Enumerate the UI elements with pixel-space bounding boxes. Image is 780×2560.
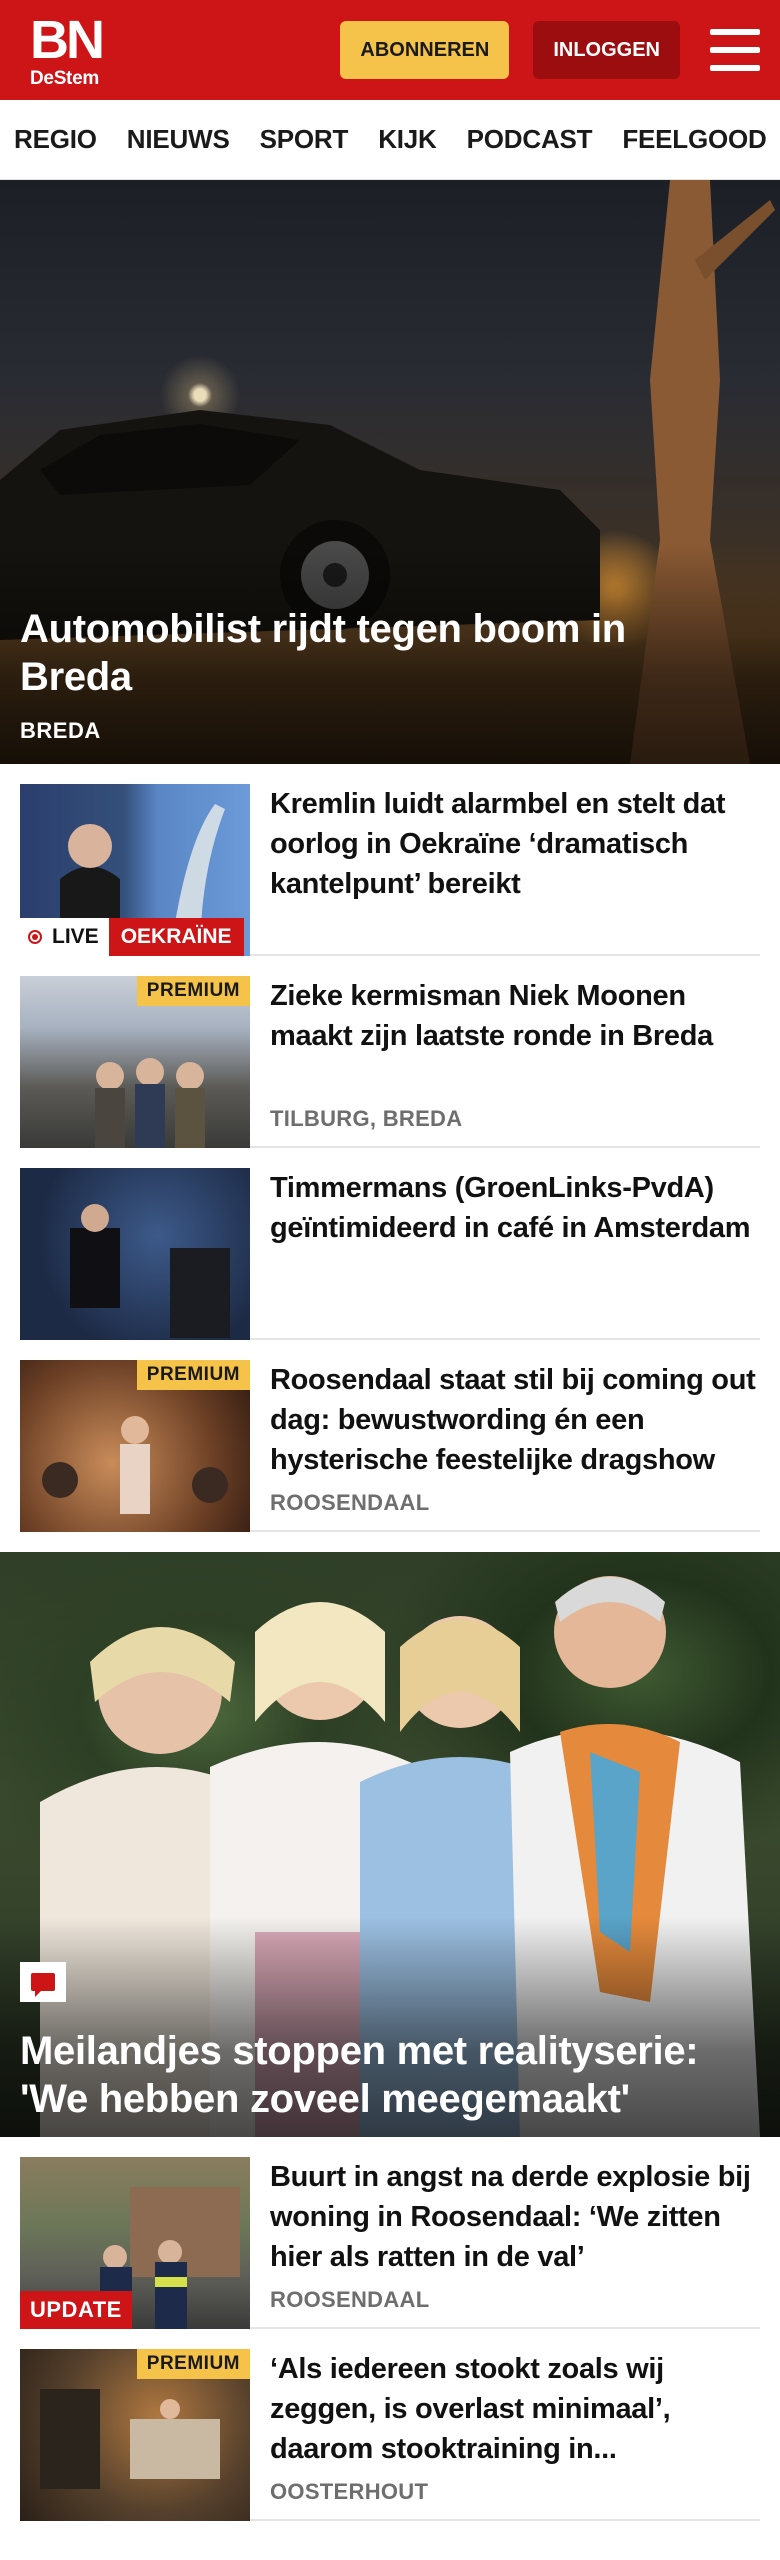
list-item[interactable]: UPDATE Buurt in angst na derde explosie … — [20, 2137, 760, 2329]
list-item[interactable]: PREMIUM ‘Als iedereen stookt zoals wij z… — [20, 2329, 760, 2521]
list-item[interactable]: PREMIUM Roosendaal staat stil bij coming… — [20, 1340, 760, 1532]
article-location-tag: OOSTERHOUT — [270, 2479, 429, 2504]
article-location-tag: TILBURG, BREDA — [270, 1106, 463, 1131]
article-list-b: UPDATE Buurt in angst na derde explosie … — [0, 2137, 780, 2521]
article-title[interactable]: Timmermans (GroenLinks-PvdA) geïntimidee… — [270, 1168, 760, 1248]
menu-icon[interactable] — [710, 29, 760, 71]
article-thumbnail — [20, 1168, 250, 1340]
live-label: LIVE — [20, 918, 109, 956]
logo-sub: DeStem — [30, 67, 99, 89]
article-text: Buurt in angst na derde explosie bij won… — [250, 2157, 760, 2327]
nav-item-kijk[interactable]: KIJK — [378, 124, 437, 155]
article-text: Timmermans (GroenLinks-PvdA) geïntimidee… — [250, 1168, 760, 1338]
live-topic-tag: OEKRAÏNE — [108, 918, 244, 956]
logo-main: BN — [30, 9, 105, 70]
login-button[interactable]: INLOGGEN — [533, 21, 680, 79]
article-text: Roosendaal staat stil bij coming out dag… — [250, 1360, 760, 1530]
article-thumbnail: PREMIUM — [20, 976, 250, 1148]
article-list-a: LIVE OEKRAÏNE Kremlin luidt alarmbel en … — [0, 764, 780, 1532]
update-badge: UPDATE — [20, 2291, 132, 2329]
article-thumbnail: PREMIUM — [20, 1360, 250, 1532]
menu-icon-bar — [710, 65, 760, 71]
article-text: Zieke kermisman Niek Moonen maakt zijn l… — [250, 976, 760, 1146]
hero-article-top[interactable]: Automobilist rijdt tegen boom in Breda B… — [0, 180, 780, 764]
nav-item-nieuws[interactable]: NIEUWS — [127, 124, 230, 155]
article-title[interactable]: Roosendaal staat stil bij coming out dag… — [270, 1360, 760, 1480]
article-thumbnail: UPDATE — [20, 2157, 250, 2329]
article-text: ‘Als iedereen stookt zoals wij zeggen, i… — [250, 2349, 760, 2519]
article-title[interactable]: Zieke kermisman Niek Moonen maakt zijn l… — [270, 976, 760, 1056]
menu-icon-bar — [710, 29, 760, 35]
nav-item-regio[interactable]: REGIO — [14, 124, 97, 155]
hero-second-title[interactable]: Meilandjes stoppen met realityserie: 'We… — [20, 2027, 740, 2123]
premium-badge: PREMIUM — [136, 2349, 250, 2379]
comment-icon — [20, 1962, 66, 2002]
site-header: BN DeStem ABONNEREN INLOGGEN — [0, 0, 780, 100]
premium-badge: PREMIUM — [136, 1360, 250, 1390]
hero-top-title[interactable]: Automobilist rijdt tegen boom in Breda — [20, 605, 740, 701]
section-nav: REGIO NIEUWS SPORT KIJK PODCAST FEELGOOD — [0, 100, 780, 180]
article-thumbnail: PREMIUM — [20, 2349, 250, 2521]
menu-icon-bar — [710, 47, 760, 53]
article-title[interactable]: Buurt in angst na derde explosie bij won… — [270, 2157, 760, 2277]
article-location-tag: ROOSENDAAL — [270, 1490, 430, 1515]
live-badge: LIVE OEKRAÏNE — [20, 918, 244, 956]
list-item[interactable]: Timmermans (GroenLinks-PvdA) geïntimidee… — [20, 1148, 760, 1340]
nav-item-sport[interactable]: SPORT — [260, 124, 349, 155]
article-thumbnail: LIVE OEKRAÏNE — [20, 784, 250, 956]
live-dot-icon — [28, 930, 42, 944]
article-text: Kremlin luidt alarmbel en stelt dat oorl… — [250, 784, 760, 954]
article-location-tag: ROOSENDAAL — [270, 2287, 430, 2312]
article-title[interactable]: ‘Als iedereen stookt zoals wij zeggen, i… — [270, 2349, 760, 2469]
nav-item-podcast[interactable]: PODCAST — [467, 124, 593, 155]
hero-article-second[interactable]: Meilandjes stoppen met realityserie: 'We… — [0, 1552, 780, 2137]
comment-bubble-icon — [31, 1973, 55, 1997]
site-logo[interactable]: BN DeStem — [30, 9, 105, 89]
premium-badge: PREMIUM — [136, 976, 250, 1006]
list-item[interactable]: PREMIUM Zieke kermisman Niek Moonen maak… — [20, 956, 760, 1148]
live-text: LIVE — [52, 925, 99, 948]
hero-top-location-tag: BREDA — [20, 718, 101, 743]
nav-item-feelgood[interactable]: FEELGOOD — [622, 124, 766, 155]
list-item[interactable]: LIVE OEKRAÏNE Kremlin luidt alarmbel en … — [20, 764, 760, 956]
subscribe-button[interactable]: ABONNEREN — [340, 21, 510, 79]
article-title[interactable]: Kremlin luidt alarmbel en stelt dat oorl… — [270, 784, 760, 904]
